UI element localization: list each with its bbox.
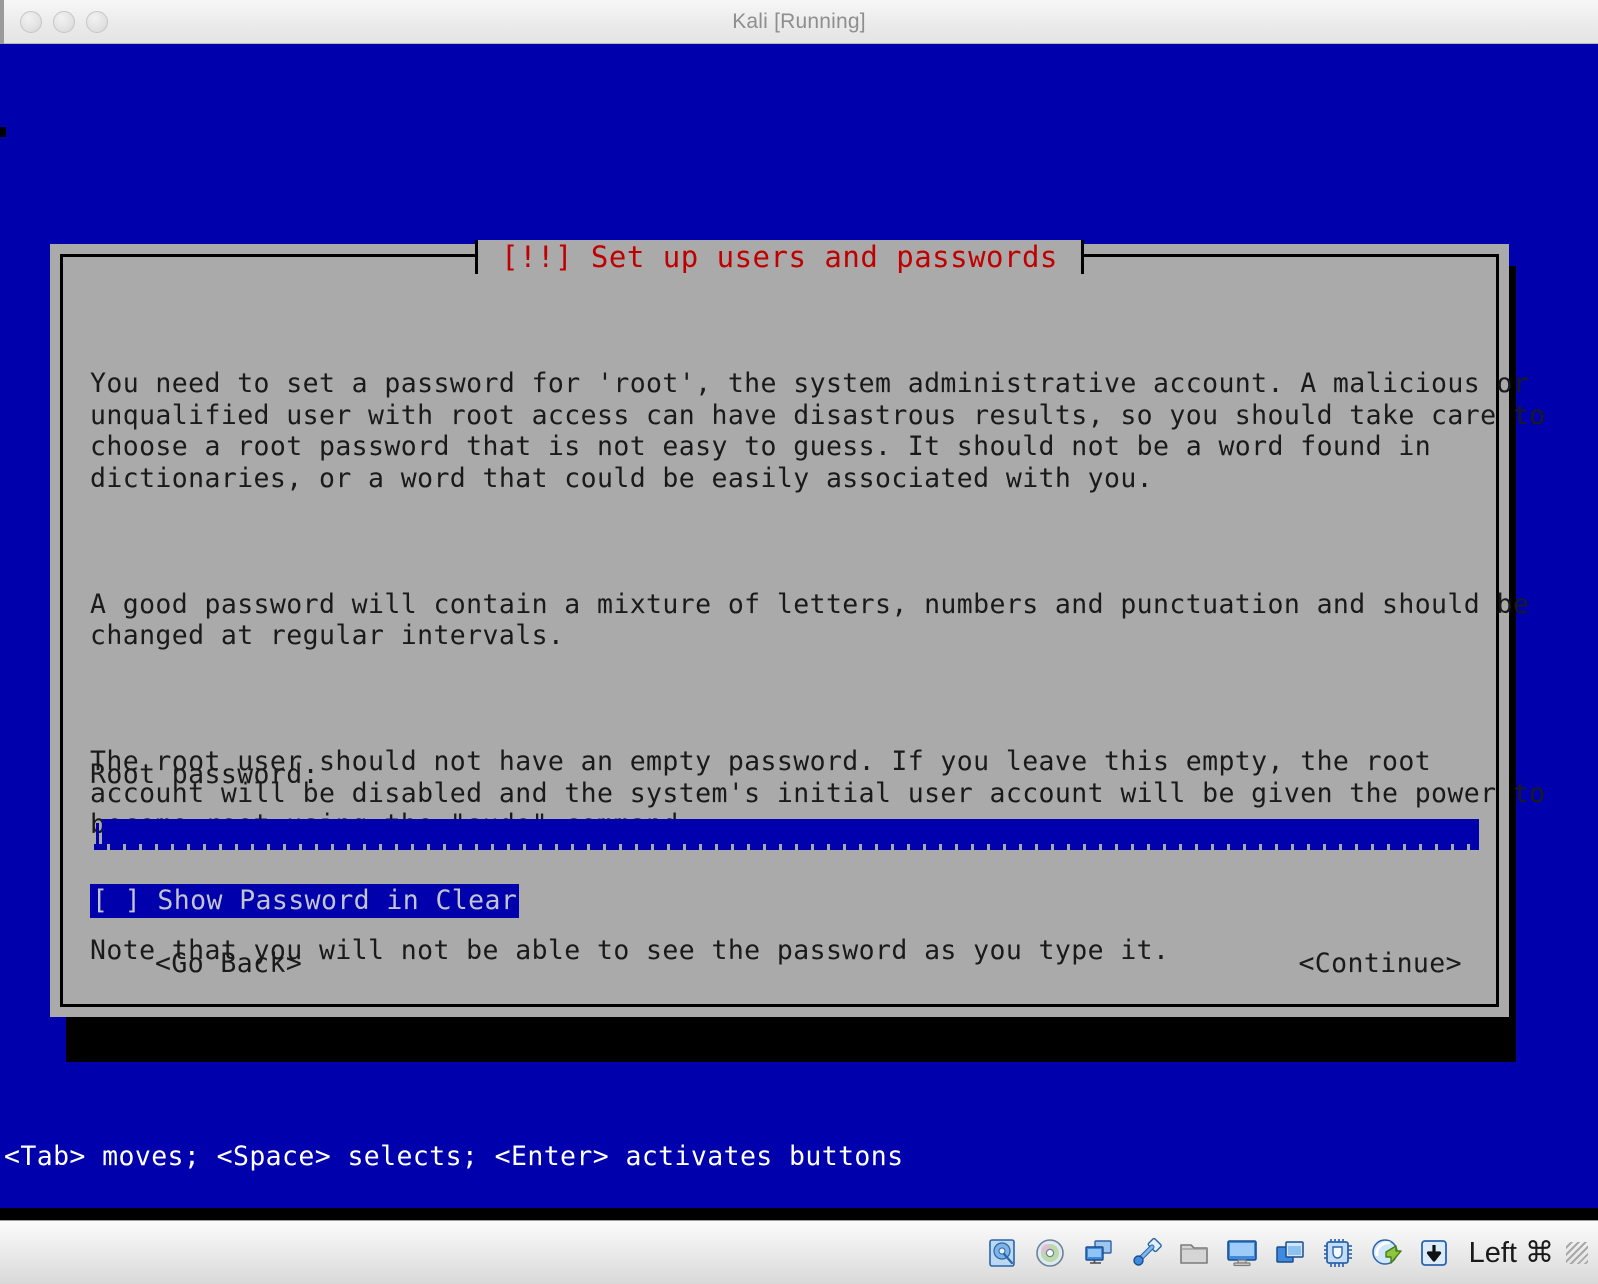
host-key-capture-icon[interactable] [1417, 1236, 1451, 1270]
dialog-title: [!!] Set up users and passwords [475, 240, 1084, 274]
root-password-label: Root password: [90, 759, 319, 790]
paragraph: You need to set a password for 'root', t… [90, 368, 1546, 494]
shared-folder-icon[interactable] [1177, 1236, 1211, 1270]
console-bottom-edge [0, 1208, 1598, 1220]
optical-disk-icon[interactable] [1033, 1236, 1067, 1270]
cpu-virtualization-icon[interactable] [1321, 1236, 1355, 1270]
resize-grip[interactable] [1566, 1241, 1588, 1264]
vm-console-screen[interactable]: [!!] Set up users and passwords You need… [0, 44, 1598, 1220]
virtualbox-status-bar: Left ⌘ [0, 1220, 1598, 1284]
minimize-button[interactable] [53, 11, 75, 33]
go-back-button[interactable]: <Go Back> [153, 947, 304, 980]
dialog-frame: [!!] Set up users and passwords You need… [60, 240, 1545, 1007]
zoom-button[interactable] [86, 11, 108, 33]
console-key-hints: <Tab> moves; <Space> selects; <Enter> ac… [4, 1141, 904, 1172]
network-icon[interactable] [1081, 1236, 1115, 1270]
hard-disk-icon[interactable] [985, 1236, 1019, 1270]
dialog-title-bar: [!!] Set up users and passwords [63, 240, 1496, 274]
traffic-light-group [20, 11, 108, 33]
paragraph: A good password will contain a mixture o… [90, 588, 1529, 652]
continue-button[interactable]: <Continue> [1296, 947, 1464, 980]
console-black-band [66, 1034, 1516, 1062]
console-edge-artifact [0, 127, 6, 137]
usb-icon[interactable] [1129, 1236, 1163, 1270]
window-title: Kali [Running] [732, 9, 866, 33]
dialog-button-row: <Go Back> <Continue> [63, 947, 1496, 987]
root-password-input[interactable] [94, 819, 1479, 852]
dialog-body-text: You need to set a password for 'root', t… [90, 305, 1546, 1030]
password-input-bar[interactable] [102, 819, 1479, 844]
installer-dialog: [!!] Set up users and passwords You need… [50, 240, 1545, 1017]
password-field-underline [94, 844, 1479, 850]
display-icon[interactable] [1225, 1236, 1259, 1270]
host-key-label: Left ⌘ [1468, 1237, 1554, 1269]
show-password-checkbox[interactable]: [ ] Show Password in Clear [90, 884, 520, 918]
close-button[interactable] [20, 11, 42, 33]
window-titlebar: Kali [Running] [0, 0, 1598, 44]
mouse-integration-icon[interactable] [1369, 1236, 1403, 1270]
virtualbox-device-icons [985, 1236, 1451, 1270]
seamless-window-icon[interactable] [1273, 1236, 1307, 1270]
